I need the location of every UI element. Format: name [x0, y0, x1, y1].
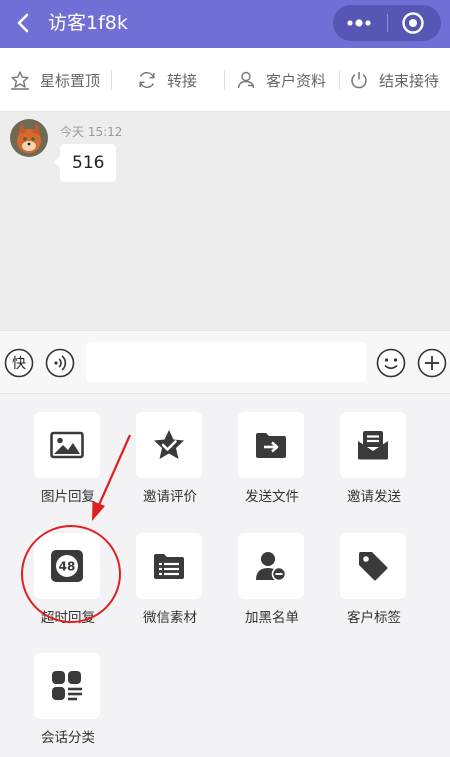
- star-pin-button[interactable]: 星标置顶: [10, 68, 100, 92]
- more-dots-icon[interactable]: [333, 5, 385, 41]
- send-file-label: 发送文件: [245, 489, 299, 505]
- visitor-avatar[interactable]: [10, 119, 48, 157]
- invite-rating-item[interactable]: 邀请评价: [119, 395, 221, 505]
- customer-info-button[interactable]: 客户资料: [236, 68, 326, 92]
- user-block-icon: [256, 552, 287, 582]
- chat-area[interactable]: 今天 15:12 516: [0, 112, 450, 330]
- category-icon: [52, 671, 82, 701]
- title-bar: 访客1f8k: [0, 0, 450, 48]
- invite-rating-tile[interactable]: [136, 412, 202, 478]
- session-category-item[interactable]: 会话分类: [17, 636, 119, 746]
- folder-list-icon: [154, 554, 184, 579]
- refresh-icon: [139, 71, 155, 89]
- timeout-reply-label: 超时回复: [41, 610, 95, 626]
- customer-info-label: 客户资料: [266, 71, 327, 90]
- end-session-button[interactable]: 结束接待: [349, 68, 439, 92]
- timeout-reply-tile[interactable]: 48: [34, 533, 100, 599]
- session-category-tile[interactable]: [34, 653, 100, 719]
- transfer-label: 转接: [167, 71, 198, 90]
- folder-arrow-icon: [256, 433, 286, 458]
- toolbar-divider: [224, 70, 225, 90]
- voice-toggle-icon[interactable]: [45, 348, 75, 378]
- invite-send-item[interactable]: 邀请发送: [323, 395, 425, 505]
- input-bar: 快: [0, 330, 450, 394]
- chat-toolbar: 星标置顶 转接 客户资料 结束接待: [0, 48, 450, 112]
- clock-48-icon: 48: [51, 550, 83, 582]
- power-icon: [351, 72, 367, 89]
- star-badge-icon: [154, 430, 184, 459]
- timeout-reply-item[interactable]: 48 超时回复: [17, 516, 119, 626]
- star-pin-label: 星标置顶: [40, 71, 101, 90]
- blacklist-label: 加黑名单: [245, 610, 299, 626]
- page-title: 访客1f8k: [48, 12, 128, 34]
- envelope-icon: [358, 431, 388, 460]
- function-panel: 图片回复 邀请评价 发送文件 邀请发送 48 超时回复 微信素材 加黑名单 客户…: [0, 395, 450, 757]
- quick-reply-button[interactable]: 快: [4, 348, 34, 378]
- quick-reply-label: 快: [12, 356, 26, 372]
- wechat-material-tile[interactable]: [136, 533, 202, 599]
- close-miniprogram-icon[interactable]: [401, 11, 425, 35]
- image-reply-label: 图片回复: [41, 489, 95, 505]
- plus-icon[interactable]: [417, 348, 447, 378]
- invite-send-tile[interactable]: [340, 412, 406, 478]
- toolbar-divider: [339, 70, 340, 90]
- message-bubble[interactable]: 516: [53, 144, 117, 182]
- star-icon: [11, 71, 29, 90]
- wechat-material-item[interactable]: 微信素材: [119, 516, 221, 626]
- invite-send-label: 邀请发送: [347, 489, 401, 505]
- tag-icon: [359, 552, 388, 581]
- image-icon: [50, 431, 84, 459]
- message-input[interactable]: [86, 342, 366, 382]
- customer-tag-tile[interactable]: [340, 533, 406, 599]
- emoji-icon[interactable]: [376, 348, 406, 378]
- image-reply-tile[interactable]: [34, 412, 100, 478]
- blacklist-tile[interactable]: [238, 533, 304, 599]
- send-file-item[interactable]: 发送文件: [221, 395, 323, 505]
- customer-tag-label: 客户标签: [347, 610, 401, 626]
- session-category-label: 会话分类: [41, 730, 95, 746]
- invite-rating-label: 邀请评价: [143, 489, 197, 505]
- send-file-tile[interactable]: [238, 412, 304, 478]
- customer-tag-item[interactable]: 客户标签: [323, 516, 425, 626]
- blacklist-item[interactable]: 加黑名单: [221, 516, 323, 626]
- image-reply-item[interactable]: 图片回复: [17, 395, 119, 505]
- message-timestamp: 今天 15:12: [60, 125, 123, 139]
- back-arrow-icon[interactable]: [12, 8, 36, 38]
- end-session-label: 结束接待: [379, 71, 440, 90]
- timeout-badge: 48: [59, 560, 76, 574]
- person-icon: [237, 71, 255, 89]
- wechat-material-label: 微信素材: [143, 610, 197, 626]
- capsule-divider: [387, 14, 388, 32]
- toolbar-divider: [111, 70, 112, 90]
- mini-program-capsule: [333, 5, 441, 41]
- transfer-button[interactable]: 转接: [137, 68, 197, 92]
